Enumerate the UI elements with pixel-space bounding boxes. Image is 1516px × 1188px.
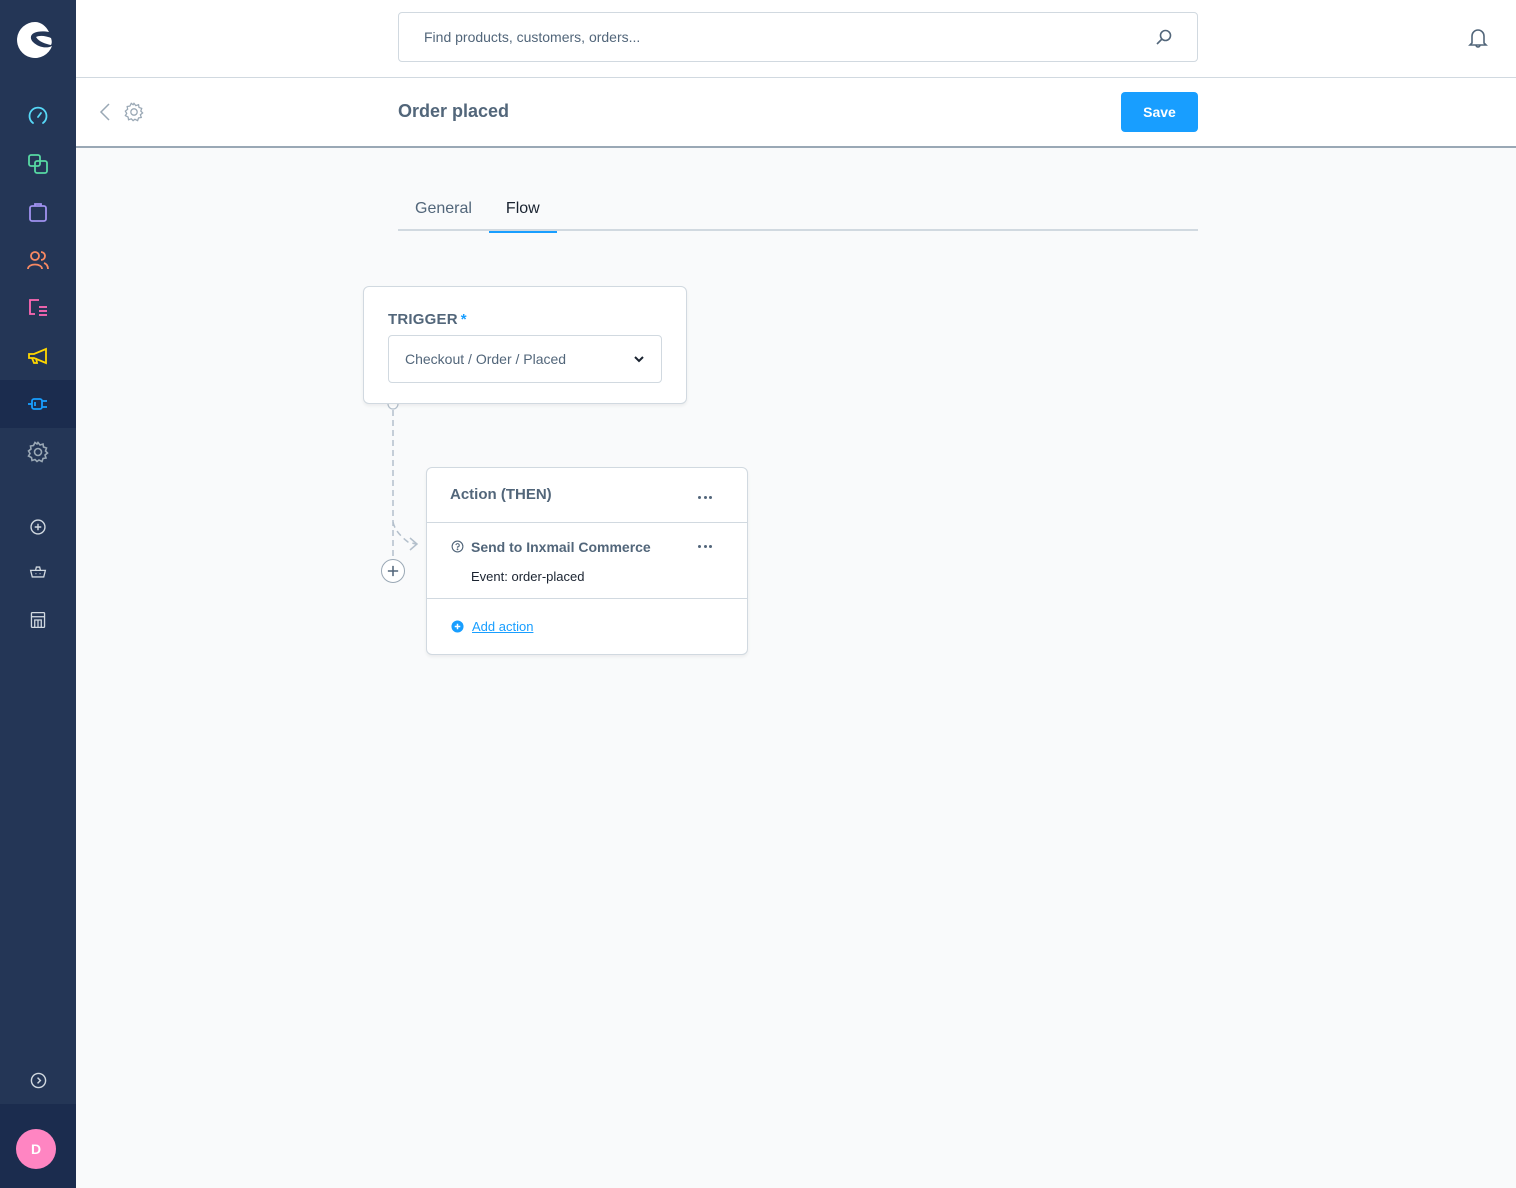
- sidebar-item-settings[interactable]: [0, 428, 76, 476]
- plus-circle-icon: [451, 620, 464, 633]
- dot: [698, 495, 701, 499]
- bell-icon[interactable]: [1466, 26, 1490, 50]
- page-title: Order placed: [398, 101, 510, 121]
- chevron-circle-right-icon: [30, 1072, 46, 1088]
- sidebar-item-orders[interactable]: [0, 188, 76, 236]
- search-icon[interactable]: [1155, 28, 1173, 46]
- sidebar-item-extensions[interactable]: [0, 380, 76, 428]
- chevron-down-icon: [634, 356, 644, 363]
- action-block-menu-button[interactable]: [698, 492, 712, 502]
- shopware-logo-icon[interactable]: [16, 21, 54, 59]
- dot: [703, 495, 707, 499]
- save-button[interactable]: Save: [1121, 92, 1198, 132]
- action-item: Send to Inxmail Commerce Event: order-pl…: [427, 523, 747, 599]
- chevron-left-icon[interactable]: [96, 102, 114, 122]
- dot: [703, 544, 707, 548]
- trigger-label: TRIGGER *: [388, 311, 467, 328]
- gauge-icon: [28, 106, 48, 124]
- sidebar-item-storefront-channel[interactable]: [0, 596, 76, 644]
- search-input[interactable]: [424, 29, 1155, 45]
- storefront-icon: [30, 611, 46, 629]
- gear-icon[interactable]: [124, 102, 144, 122]
- sidebar: D: [0, 0, 76, 1188]
- dot: [698, 544, 701, 548]
- action-title: Action (THEN): [450, 486, 552, 503]
- help-circle-icon: [451, 540, 464, 553]
- basket-icon: [29, 566, 47, 578]
- users-icon: [27, 251, 49, 270]
- sidebar-item-content[interactable]: [0, 284, 76, 332]
- sidebar-item-customers[interactable]: [0, 236, 76, 284]
- sidebar-item-add-sales-channel[interactable]: [0, 503, 76, 551]
- sidebar-item-headless-channel[interactable]: [0, 548, 76, 596]
- sidebar-item-catalogues[interactable]: [0, 140, 76, 188]
- tab-general[interactable]: General: [398, 190, 489, 231]
- add-action-label: Add action: [472, 619, 534, 634]
- trigger-select-value: Checkout / Order / Placed: [405, 351, 567, 367]
- action-card: Action (THEN) Send to Inxmail Commerce E…: [426, 467, 748, 655]
- add-sequence-button[interactable]: [381, 559, 405, 583]
- megaphone-icon: [28, 347, 47, 365]
- dot: [709, 544, 712, 548]
- sidebar-item-dashboard[interactable]: [0, 92, 76, 140]
- trigger-select[interactable]: Checkout / Order / Placed: [388, 335, 662, 383]
- required-mark: *: [460, 311, 467, 328]
- action-item-title: Send to Inxmail Commerce: [471, 539, 651, 555]
- trigger-card: TRIGGER * Checkout / Order / Placed: [363, 286, 687, 404]
- smart-bar: Order placed Save: [76, 78, 1516, 148]
- plug-icon: [28, 398, 47, 410]
- trigger-label-text: TRIGGER: [388, 311, 458, 328]
- plus-icon: [387, 565, 399, 577]
- flow-connector: [387, 398, 419, 559]
- action-item-subtitle: Event: order-placed: [471, 569, 585, 584]
- tab-flow[interactable]: Flow: [488, 190, 557, 233]
- shopping-bag-icon: [29, 203, 47, 222]
- content-icon: [29, 299, 47, 316]
- top-header: [76, 0, 1516, 78]
- avatar[interactable]: D: [16, 1129, 56, 1169]
- sidebar-item-marketing[interactable]: [0, 332, 76, 380]
- action-item-menu-button[interactable]: [698, 541, 712, 551]
- search-bar[interactable]: [398, 12, 1198, 62]
- dot: [709, 495, 712, 499]
- tab-bar: General Flow: [398, 190, 1198, 233]
- sidebar-collapse-button[interactable]: [0, 1058, 76, 1102]
- products-icon: [28, 154, 48, 174]
- gear-icon: [27, 441, 49, 463]
- action-header: Action (THEN): [427, 468, 747, 523]
- plus-circle-icon: [30, 519, 46, 535]
- add-action-link[interactable]: Add action: [451, 619, 533, 634]
